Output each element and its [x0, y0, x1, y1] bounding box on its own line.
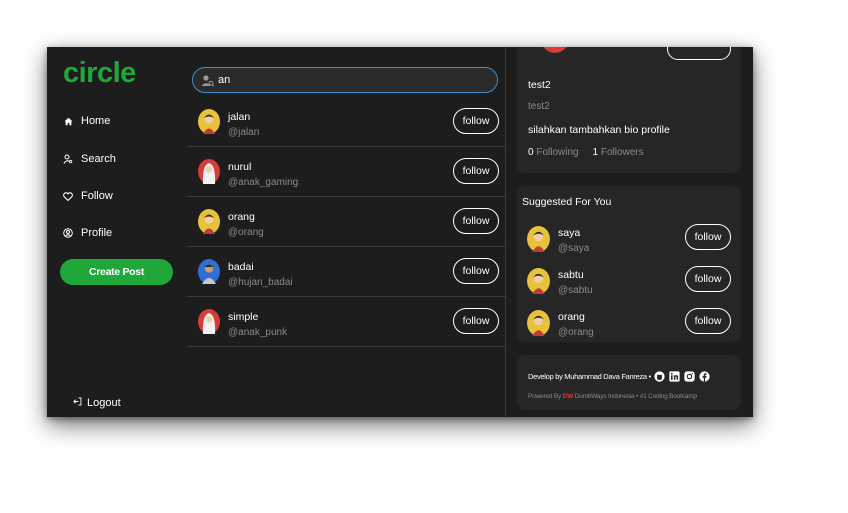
- list-item[interactable]: simple @anak_punk follow: [187, 297, 505, 347]
- sidebar-item-search[interactable]: Search: [63, 153, 116, 165]
- avatar: [198, 209, 220, 234]
- user-handle: @orang: [558, 327, 594, 338]
- following-count: 0: [528, 147, 534, 158]
- powered-by: Powered By DW DumbWays Indonesia • #1 Co…: [528, 393, 697, 400]
- footer-card: Develop by Muhammad Dava Fanreza • Power…: [517, 355, 741, 410]
- suggested-user[interactable]: saya @saya follow: [517, 224, 741, 264]
- follow-button[interactable]: follow: [453, 208, 499, 234]
- heart-icon: [63, 191, 73, 201]
- search-results-list: jalan @jalan follow nurul @anak_gaming f…: [187, 97, 505, 347]
- user-handle: @orang: [228, 227, 264, 238]
- avatar: [527, 226, 550, 252]
- profile-name: test2: [528, 79, 551, 91]
- list-item[interactable]: orang @orang follow: [187, 197, 505, 247]
- dumbways-logo-icon: DW: [562, 393, 574, 400]
- edit-profile-button[interactable]: Edit Profile: [667, 47, 731, 60]
- suggested-card: Suggested For You saya @saya follow sabt…: [517, 186, 741, 342]
- suggested-user[interactable]: sabtu @sabtu follow: [517, 266, 741, 306]
- suggested-user[interactable]: orang @orang follow: [517, 308, 741, 348]
- follow-button[interactable]: follow: [453, 308, 499, 334]
- search-input[interactable]: [218, 74, 468, 86]
- follow-button[interactable]: follow: [453, 158, 499, 184]
- create-post-button[interactable]: Create Post: [60, 259, 173, 285]
- followers-count: 1: [592, 147, 599, 158]
- user-name: nurul: [228, 161, 252, 173]
- sidebar-item-home[interactable]: Home: [63, 115, 110, 127]
- developer-text: Develop by Muhammad Dava Fanreza •: [528, 371, 651, 381]
- home-icon: [63, 116, 73, 126]
- follow-button[interactable]: follow: [685, 266, 731, 292]
- logout-button[interactable]: Logout: [73, 397, 121, 409]
- logout-label: Logout: [87, 397, 121, 409]
- list-item[interactable]: badai @hujan_badai follow: [187, 247, 505, 297]
- list-item[interactable]: jalan @jalan follow: [187, 97, 505, 147]
- user-name: simple: [228, 311, 259, 323]
- list-item[interactable]: nurul @anak_gaming follow: [187, 147, 505, 197]
- avatar: [198, 109, 220, 134]
- developer-credit: Develop by Muhammad Dava Fanreza •: [528, 370, 711, 382]
- sidebar-item-follow[interactable]: Follow: [63, 190, 113, 202]
- linkedin-icon[interactable]: [669, 370, 681, 382]
- user-handle: @hujan_badai: [228, 277, 293, 288]
- profile-handle: test2: [528, 101, 550, 112]
- suggested-title: Suggested For You: [522, 196, 612, 208]
- search-user-icon: [63, 154, 73, 164]
- sidebar-item-label: Profile: [81, 227, 113, 239]
- instagram-icon[interactable]: [684, 370, 696, 382]
- sidebar-item-profile[interactable]: Profile: [63, 227, 112, 239]
- app-logo[interactable]: circle: [63, 57, 136, 90]
- user-name: jalan: [228, 111, 251, 123]
- follow-button[interactable]: follow: [453, 108, 499, 134]
- sidebar-item-label: Follow: [81, 190, 113, 202]
- github-icon[interactable]: [654, 370, 666, 382]
- user-name: orang: [228, 211, 255, 223]
- followers-label[interactable]: Followers: [601, 147, 644, 158]
- avatar: [198, 309, 220, 334]
- right-panel: Edit Profile test2 test2 silahkan tambah…: [506, 47, 753, 417]
- follow-button[interactable]: follow: [685, 308, 731, 334]
- search-bar[interactable]: [192, 67, 498, 93]
- avatar: [198, 159, 220, 184]
- user-handle: @sabtu: [558, 285, 593, 296]
- user-name: sabtu: [558, 269, 584, 281]
- profile-stats: 0 Following 1 Followers: [528, 147, 644, 158]
- logout-icon: [73, 397, 82, 409]
- follow-button[interactable]: follow: [453, 258, 499, 284]
- sidebar-item-label: Search: [81, 153, 116, 165]
- sidebar-item-label: Home: [81, 115, 111, 127]
- avatar: [198, 259, 220, 284]
- user-name: saya: [558, 227, 581, 239]
- user-handle: @jalan: [228, 127, 260, 138]
- profile-card: Edit Profile test2 test2 silahkan tambah…: [517, 47, 741, 173]
- user-handle: @anak_punk: [228, 327, 288, 338]
- user-handle: @saya: [558, 243, 590, 254]
- profile-circle-icon: [63, 228, 73, 238]
- sidebar: circle Home Search Follow Profile Create…: [47, 47, 187, 417]
- following-label[interactable]: Following: [536, 147, 578, 158]
- user-name: badai: [228, 261, 254, 273]
- avatar: [527, 268, 550, 294]
- user-name: orang: [558, 311, 585, 323]
- follow-button[interactable]: follow: [685, 224, 731, 250]
- search-user-icon: [201, 73, 215, 87]
- powered-by-label: Powered By: [528, 393, 562, 400]
- profile-bio: silahkan tambahkan bio profile: [528, 124, 670, 136]
- avatar: [527, 310, 550, 336]
- avatar: [541, 47, 569, 53]
- app-window: circle Home Search Follow Profile Create…: [47, 47, 753, 417]
- powered-by-text: DumbWays Indonesia • #1 Coding Bootcamp: [574, 393, 697, 400]
- user-handle: @anak_gaming: [228, 177, 299, 188]
- facebook-icon[interactable]: [699, 370, 711, 382]
- search-panel: jalan @jalan follow nurul @anak_gaming f…: [187, 47, 505, 417]
